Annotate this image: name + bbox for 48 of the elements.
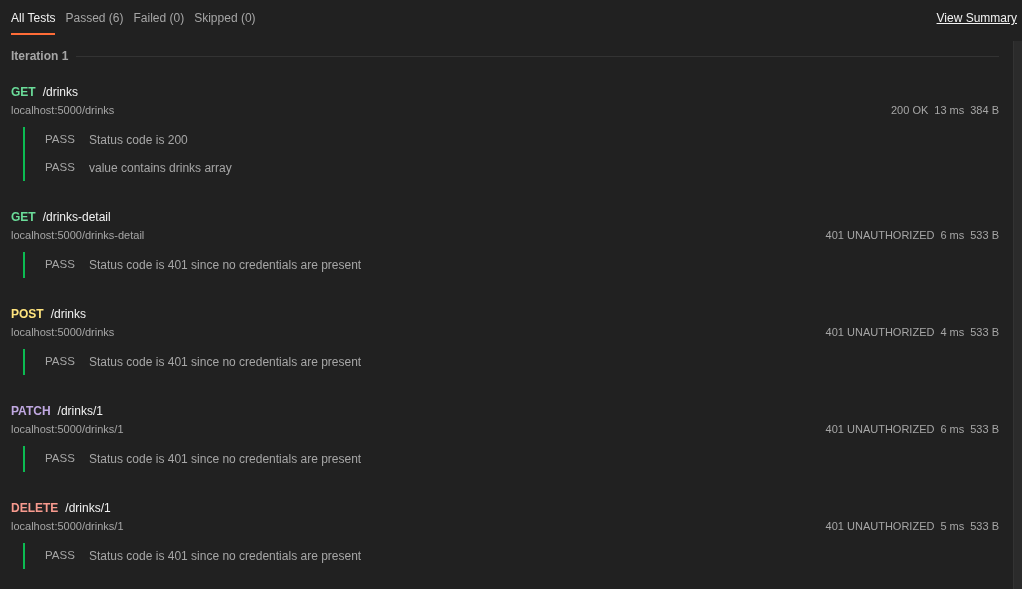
status-text: 401 UNAUTHORIZED [825, 520, 935, 532]
iteration-label: Iteration 1 [11, 49, 69, 63]
response-size: 533 B [970, 326, 999, 338]
method-label: DELETE [11, 501, 59, 515]
response-time: 6 ms [940, 229, 965, 241]
view-summary-link[interactable]: View Summary [936, 11, 1017, 25]
response-time: 13 ms [934, 104, 965, 116]
status-text: 401 UNAUTHORIZED [825, 229, 935, 241]
filter-tab[interactable]: Passed (6) [65, 0, 124, 35]
test-result: PASS [45, 549, 73, 563]
status-text: 401 UNAUTHORIZED [825, 326, 935, 338]
status-text: 200 OK [890, 104, 929, 116]
response-size: 533 B [970, 520, 999, 532]
response-size: 384 B [970, 104, 999, 116]
test-name: value contains drinks array [89, 161, 232, 175]
request-path: /drinks [42, 85, 78, 99]
response-size: 533 B [970, 423, 999, 435]
method-label: GET [11, 85, 36, 99]
request-path: /drinks [50, 307, 86, 321]
test-name: Status code is 200 [89, 133, 188, 147]
status-text: 401 UNAUTHORIZED [825, 423, 935, 435]
request-url: localhost:5000/drinks/1 [11, 520, 124, 532]
filter-tab[interactable]: All Tests [11, 0, 56, 35]
request-url: localhost:5000/drinks/1 [11, 423, 124, 435]
method-label: PATCH [11, 404, 51, 418]
request-url: localhost:5000/drinks-detail [11, 229, 145, 241]
method-label: GET [11, 210, 36, 224]
response-size: 533 B [970, 229, 999, 241]
test-result: PASS [45, 355, 73, 369]
test-result: PASS [45, 452, 73, 466]
response-time: 4 ms [940, 326, 965, 338]
method-label: POST [11, 307, 44, 321]
request-path: /drinks/1 [57, 404, 103, 418]
test-result: PASS [45, 258, 73, 272]
filter-tab[interactable]: Skipped (0) [194, 0, 256, 35]
request-url: localhost:5000/drinks [11, 326, 115, 338]
test-name: Status code is 401 since no credentials are present [89, 549, 362, 563]
test-name: Status code is 401 since no credentials are present [89, 452, 362, 466]
request-url: localhost:5000/drinks [11, 104, 115, 116]
filter-tab[interactable]: Failed (0) [133, 0, 185, 35]
test-name: Status code is 401 since no credentials are present [89, 355, 362, 369]
test-result: PASS [45, 133, 73, 147]
test-name: Status code is 401 since no credentials are present [89, 258, 362, 272]
request-path: /drinks-detail [42, 210, 111, 224]
request-path: /drinks/1 [65, 501, 111, 515]
response-time: 5 ms [940, 520, 965, 532]
response-time: 6 ms [940, 423, 965, 435]
test-result: PASS [45, 161, 73, 175]
